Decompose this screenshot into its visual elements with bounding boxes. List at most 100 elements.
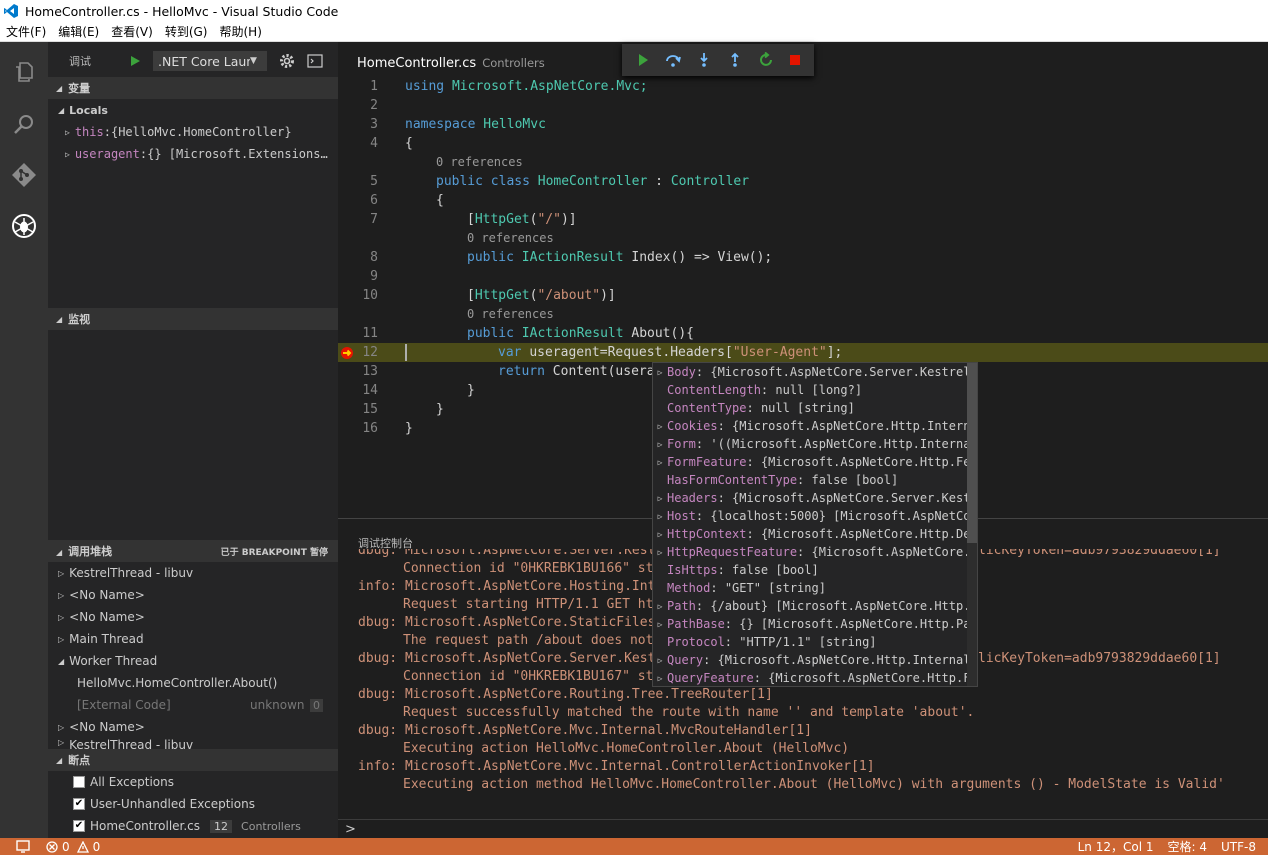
warning-count[interactable]: 0	[93, 840, 101, 854]
breakpoint-user-unhandled[interactable]: ✔ User-Unhandled Exceptions	[48, 793, 338, 815]
callstack-frame-external[interactable]: [External Code] unknown 0	[48, 694, 338, 716]
hover-property[interactable]: ▷ Form: '((Microsoft.AspNetCore.Http.Inte…	[653, 435, 977, 453]
variables-section-header[interactable]: ◢ 变量	[48, 77, 338, 99]
hover-property[interactable]: ▷ HttpContext: {Microsoft.AspNetCore.Http…	[653, 525, 977, 543]
warning-icon[interactable]	[76, 840, 89, 853]
expand-icon[interactable]: ▷	[653, 368, 667, 377]
expand-icon[interactable]: ▷	[653, 530, 667, 539]
hover-property[interactable]: ContentType: null [string]	[653, 399, 977, 417]
variable-useragent[interactable]: ▷ useragent: {} [Microsoft.Extensions…	[48, 143, 338, 165]
menu-file[interactable]: 文件(F)	[6, 23, 46, 40]
checkbox-checked[interactable]: ✔	[73, 798, 85, 810]
expand-icon[interactable]: ▷	[653, 674, 667, 683]
hover-property[interactable]: ▷ HttpRequestFeature: {Microsoft.AspNetCo…	[653, 543, 977, 561]
expand-icon[interactable]: ▷	[653, 602, 667, 611]
hover-property[interactable]: ▷ Host: {localhost:5000} [Microsoft.AspNe…	[653, 507, 977, 525]
restart-icon[interactable]	[758, 52, 774, 68]
editor-tab[interactable]: HomeController.cs Controllers	[357, 56, 545, 71]
expand-icon[interactable]: ▷	[653, 458, 667, 467]
callstack-title: 调用堆栈	[68, 545, 113, 558]
keyword: var	[498, 345, 522, 360]
hover-property[interactable]: ▷ Query: {Microsoft.AspNetCore.Http.Inter…	[653, 651, 977, 669]
frame-line: 0	[310, 698, 323, 712]
start-debugging-icon[interactable]	[129, 55, 141, 67]
variables-title: 变量	[68, 82, 91, 95]
search-icon[interactable]	[8, 108, 40, 140]
status-debug-icon[interactable]	[16, 840, 30, 853]
hover-property[interactable]: ▷ Cookies: {Microsoft.AspNetCore.Http.Int…	[653, 417, 977, 435]
code-line: 5 public class HomeController : Controlle…	[338, 172, 1268, 191]
breakpoint-homecontroller[interactable]: ✔ HomeController.cs 12 Controllers	[48, 815, 338, 837]
expand-icon[interactable]: ▷	[653, 422, 667, 431]
hover-property[interactable]: ▷ Headers: {Microsoft.AspNetCore.Server.K…	[653, 489, 977, 507]
code-text: }	[467, 383, 475, 398]
explorer-icon[interactable]	[8, 56, 40, 88]
variable-this[interactable]: ▷ this: {HelloMvc.HomeController}	[48, 121, 338, 143]
expand-icon[interactable]: ▷	[653, 548, 667, 557]
continue-icon[interactable]	[636, 53, 650, 67]
menu-goto[interactable]: 转到(G)	[165, 23, 208, 40]
code-text: }	[405, 421, 413, 436]
debug-icon[interactable]	[8, 210, 40, 242]
codelens-references[interactable]: 0 references	[467, 231, 554, 245]
menu-edit[interactable]: 编辑(E)	[58, 23, 99, 40]
locals-scope[interactable]: ◢ Locals	[48, 99, 338, 121]
step-out-icon[interactable]	[727, 52, 743, 68]
callstack-section-header[interactable]: ◢ 调用堆栈 已于 BREAKPOINT 暂停	[48, 540, 338, 562]
git-icon[interactable]	[8, 159, 40, 191]
checkbox-checked[interactable]: ✔	[73, 820, 85, 832]
callstack-thread[interactable]: ▷ Main Thread	[48, 628, 338, 650]
console-line: Request successfully matched the route w…	[403, 705, 975, 720]
codelens-references[interactable]: 0 references	[436, 155, 523, 169]
step-over-icon[interactable]	[665, 52, 681, 68]
variable-name: useragent	[74, 147, 140, 161]
indentation[interactable]: 空格: 4	[1168, 838, 1208, 855]
expand-icon[interactable]: ▷	[653, 512, 667, 521]
callstack-thread-worker[interactable]: ◢ Worker Thread	[48, 650, 338, 672]
callstack-thread[interactable]: ▷ <No Name>	[48, 716, 338, 738]
hover-property[interactable]: Method: "GET" [string]	[653, 579, 977, 597]
property-name: HttpContext	[667, 527, 747, 541]
hover-property[interactable]: ContentLength: null [long?]	[653, 381, 977, 399]
variable-value: {} [Microsoft.Extensions…	[147, 147, 328, 161]
expand-icon[interactable]: ▷	[653, 440, 667, 449]
console-input[interactable]: >	[338, 819, 1268, 839]
callstack-thread[interactable]: ▷ <No Name>	[48, 606, 338, 628]
menu-view[interactable]: 查看(V)	[111, 23, 153, 40]
expand-icon[interactable]: ▷	[653, 656, 667, 665]
checkbox[interactable]	[73, 776, 85, 788]
error-icon[interactable]	[46, 840, 58, 853]
callstack-thread[interactable]: ▷ KestrelThread - libuv	[48, 562, 338, 584]
debug-hover-widget[interactable]: ▷ Body: {Microsoft.AspNetCore.Server.Kest…	[652, 362, 978, 687]
breakpoints-section-header[interactable]: ◢ 断点	[48, 749, 338, 771]
watch-section-header[interactable]: ◢ 监视	[48, 308, 338, 330]
hover-scrollbar[interactable]	[967, 363, 977, 686]
expand-icon[interactable]: ▷	[653, 494, 667, 503]
menu-help[interactable]: 帮助(H)	[219, 23, 261, 40]
hover-property[interactable]: ▷ FormFeature: {Microsoft.AspNetCore.Http…	[653, 453, 977, 471]
error-count[interactable]: 0	[62, 840, 70, 854]
hover-property[interactable]: ▷ Body: {Microsoft.AspNetCore.Server.Kest…	[653, 363, 978, 381]
keyword: public class	[436, 174, 530, 189]
hover-property[interactable]: ▷ PathBase: {} [Microsoft.AspNetCore.Http…	[653, 615, 977, 633]
terminal-icon[interactable]	[307, 54, 323, 68]
callstack-thread[interactable]: ▷ <No Name>	[48, 584, 338, 606]
codelens-references[interactable]: 0 references	[467, 307, 554, 321]
stop-icon[interactable]	[789, 54, 801, 66]
encoding[interactable]: UTF-8	[1221, 840, 1256, 854]
hover-property[interactable]: ▷ Path: {/about} [Microsoft.AspNetCore.Ht…	[653, 597, 977, 615]
breakpoint-all-exceptions[interactable]: All Exceptions	[48, 771, 338, 793]
keyword: public	[467, 326, 514, 341]
callstack-frame-active[interactable]: HelloMvc.HomeController.About()	[48, 672, 338, 694]
launch-config-select[interactable]: .NET Core Laun ▼	[153, 51, 267, 71]
step-into-icon[interactable]	[696, 52, 712, 68]
expand-icon[interactable]: ▷	[653, 620, 667, 629]
property-value: {Microsoft.AspNetCore.Server.Kestrel.	[710, 365, 978, 379]
hover-property[interactable]: Protocol: "HTTP/1.1" [string]	[653, 633, 977, 651]
cursor-position[interactable]: Ln 12，Col 1	[1078, 838, 1154, 855]
hover-property[interactable]: IsHttps: false [bool]	[653, 561, 977, 579]
hover-property[interactable]: ▷ QueryFeature: {Microsoft.AspNetCore.Htt…	[653, 669, 977, 686]
gear-icon[interactable]	[279, 53, 295, 69]
hover-property[interactable]: HasFormContentType: false [bool]	[653, 471, 977, 489]
frame-label: HelloMvc.HomeController.About()	[77, 676, 278, 690]
